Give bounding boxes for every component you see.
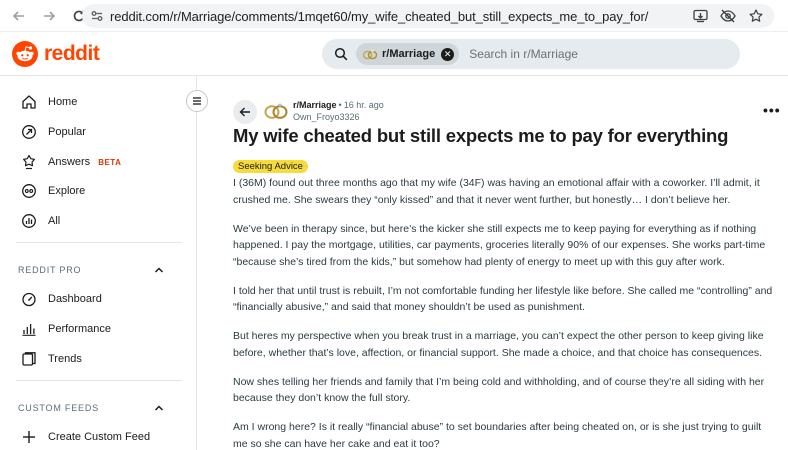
search-bar[interactable]: r/Marriage ✕ [322, 39, 740, 69]
sidebar-item-answers[interactable]: Answers BETA [20, 152, 121, 172]
arrow-left-icon [239, 107, 250, 117]
post-paragraph: I (36M) found out three months ago that … [233, 177, 760, 206]
menu-icon [193, 97, 201, 105]
custom-feeds-heading: CUSTOM FEEDS [18, 403, 99, 413]
post-paragraph: Am I wrong here? Is it really “financial… [233, 421, 762, 450]
arrow-right-icon [44, 10, 56, 21]
author-link[interactable]: Own_Froyo3326 [293, 111, 384, 123]
star-icon[interactable] [748, 8, 764, 24]
address-bar[interactable]: reddit.com/r/Marriage/comments/1mqet60/m… [82, 4, 774, 28]
post-paragraph: We’ve been in therapy since, but here’s … [233, 222, 766, 268]
url-text[interactable]: reddit.com/r/Marriage/comments/1mqet60/m… [110, 9, 648, 24]
install-app-icon[interactable] [692, 8, 708, 24]
reddit-pro-heading: REDDIT PRO [18, 265, 82, 275]
subreddit-link[interactable]: r/Marriage [293, 100, 337, 110]
plus-icon [20, 428, 38, 446]
sidebar-item-performance[interactable]: Performance [20, 319, 111, 339]
all-icon [20, 212, 38, 230]
chevron-up-icon[interactable] [152, 401, 166, 415]
reddit-logo[interactable]: reddit [12, 41, 100, 67]
chevron-up-icon[interactable] [152, 263, 166, 277]
explore-icon [20, 182, 38, 200]
sidebar-item-trends[interactable]: Trends [20, 349, 82, 369]
sidebar-item-label: Performance [48, 323, 111, 335]
subreddit-rings-icon[interactable] [263, 102, 289, 120]
reddit-snoo-icon [12, 41, 38, 67]
sidebar-item-label: Dashboard [48, 293, 102, 305]
search-icon [334, 47, 348, 61]
sidebar-item-label: Create Custom Feed [48, 431, 151, 443]
back-button[interactable] [233, 100, 257, 124]
post-paragraph: But heres my perspective when you break … [233, 330, 764, 359]
meta-separator: • [338, 100, 342, 110]
sidebar-item-label: Popular [48, 126, 86, 138]
collapse-sidebar-button[interactable] [186, 90, 208, 112]
post-paragraph: Now shes telling her friends and family … [233, 375, 765, 405]
performance-icon [20, 320, 38, 338]
search-chip-label: r/Marriage [382, 48, 436, 60]
sidebar-item-label: Home [48, 96, 78, 108]
sidebar-item-label: Explore [48, 185, 86, 197]
sidebar-item-label: Answers [48, 156, 91, 168]
post-body: I (36M) found out three months ago that … [233, 175, 773, 450]
more-options-icon[interactable]: ••• [763, 102, 781, 118]
sidebar-item-home[interactable]: Home [20, 92, 77, 112]
sidebar-item-dashboard[interactable]: Dashboard [20, 289, 102, 309]
sidebar-item-label: All [48, 215, 61, 227]
site-header: reddit r/Marriage ✕ [0, 32, 788, 76]
dashboard-icon [20, 290, 38, 308]
sidebar-item-popular[interactable]: Popular [20, 122, 86, 142]
beta-badge: BETA [98, 157, 122, 167]
subreddit-search-chip: r/Marriage ✕ [356, 43, 460, 65]
home-icon [20, 93, 38, 111]
sidebar-divider [16, 380, 182, 381]
arrow-left-icon [12, 10, 24, 21]
close-icon[interactable]: ✕ [441, 47, 455, 61]
post-flair[interactable]: Seeking Advice [233, 160, 308, 173]
browser-toolbar: reddit.com/r/Marriage/comments/1mqet60/m… [0, 0, 788, 32]
sidebar-item-explore[interactable]: Explore [20, 181, 85, 201]
answers-icon [20, 153, 38, 171]
sidebar-item-all[interactable]: All [20, 211, 60, 231]
rings-icon [362, 49, 378, 60]
popular-icon [20, 123, 38, 141]
reddit-wordmark: reddit [44, 42, 100, 65]
sidebar-item-create-custom-feed[interactable]: Create Custom Feed [20, 427, 150, 447]
post-title: My wife cheated but still expects me to … [233, 125, 729, 146]
post-age: 16 hr. ago [343, 100, 384, 110]
browser-back-button[interactable] [8, 5, 30, 27]
post-paragraph: I told her that until trust is rebuilt, … [233, 284, 773, 314]
left-sidebar: Home Popular Answers BETA Explore All RE… [0, 76, 197, 450]
search-input[interactable] [469, 47, 690, 61]
eye-off-icon[interactable] [720, 8, 736, 24]
sidebar-divider [16, 242, 182, 243]
browser-forward-button[interactable] [38, 5, 60, 27]
post-meta: r/Marriage • 16 hr. ago Own_Froyo3326 [293, 99, 384, 123]
trends-icon [20, 350, 38, 368]
site-settings-icon[interactable] [90, 9, 104, 23]
sidebar-item-label: Trends [48, 353, 82, 365]
